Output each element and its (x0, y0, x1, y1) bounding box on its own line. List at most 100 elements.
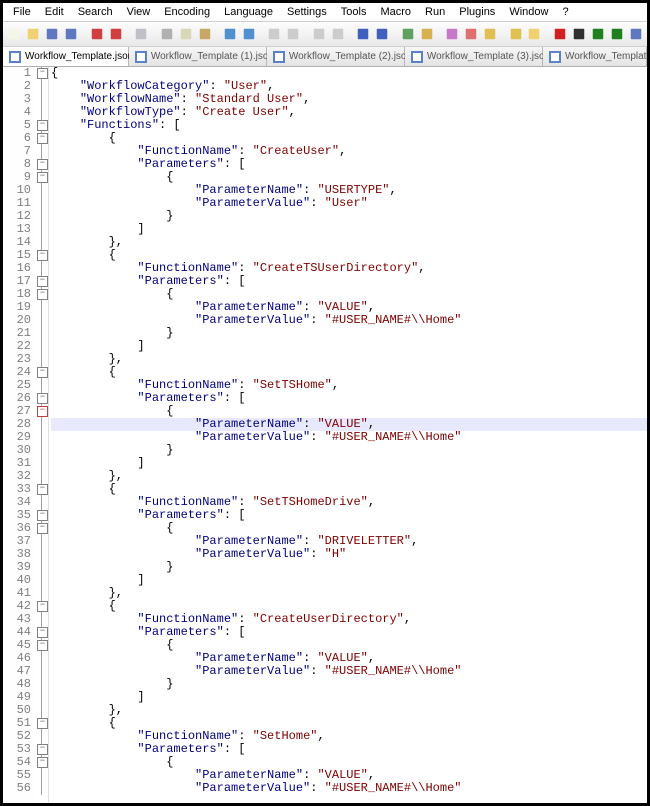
toolbar-separator (349, 25, 352, 43)
fold-marker[interactable] (35, 67, 48, 80)
menu-file[interactable]: File (7, 4, 37, 20)
line-number: 56 (3, 782, 31, 795)
save-all-button[interactable] (63, 24, 80, 44)
code-line[interactable]: ] (51, 457, 647, 470)
line-number-gutter: 1234567891011121314151617181920212223242… (3, 67, 35, 803)
menu-edit[interactable]: Edit (39, 4, 70, 20)
code-editor[interactable]: 1234567891011121314151617181920212223242… (3, 67, 647, 803)
fold-marker[interactable] (35, 119, 48, 132)
doc-map-button[interactable] (482, 24, 499, 44)
play-macro-button[interactable] (589, 24, 606, 44)
code-line[interactable]: ] (51, 574, 647, 587)
fold-marker[interactable] (35, 743, 48, 756)
close-all-button[interactable] (107, 24, 124, 44)
code-line[interactable]: }, (51, 704, 647, 717)
fold-marker (35, 353, 48, 366)
print-button[interactable] (133, 24, 150, 44)
sync-h-button[interactable] (374, 24, 391, 44)
repeat-macro-button[interactable] (608, 24, 625, 44)
code-line[interactable]: }, (51, 236, 647, 249)
fold-marker[interactable] (35, 483, 48, 496)
fold-marker[interactable] (35, 509, 48, 522)
close-button[interactable] (88, 24, 105, 44)
code-line[interactable]: }, (51, 587, 647, 600)
undo-button[interactable] (222, 24, 239, 44)
fold-marker[interactable] (35, 249, 48, 262)
save-button[interactable] (44, 24, 61, 44)
code-line[interactable]: ] (51, 691, 647, 704)
menu-run[interactable]: Run (419, 4, 451, 20)
fold-marker (35, 418, 48, 431)
fold-marker (35, 548, 48, 561)
menu-tools[interactable]: Tools (335, 4, 373, 20)
code-line[interactable]: ] (51, 340, 647, 353)
redo-button[interactable] (241, 24, 258, 44)
fold-marker (35, 197, 48, 210)
code-line[interactable]: "ParameterValue": "#USER_NAME#\\Home" (51, 782, 647, 795)
zoom-in-button[interactable] (310, 24, 327, 44)
menu-window[interactable]: Window (503, 4, 554, 20)
fold-marker (35, 184, 48, 197)
folder-button[interactable] (526, 24, 543, 44)
fold-gutter[interactable] (35, 67, 49, 803)
fold-marker[interactable] (35, 392, 48, 405)
fold-marker[interactable] (35, 132, 48, 145)
fold-marker[interactable] (35, 158, 48, 171)
menu-search[interactable]: Search (72, 4, 119, 20)
fold-marker[interactable] (35, 171, 48, 184)
new-file-button[interactable] (6, 24, 23, 44)
fold-marker (35, 262, 48, 275)
paste-button[interactable] (196, 24, 213, 44)
file-tab[interactable]: Workflow_Templat (543, 47, 647, 66)
menu-help[interactable]: ? (556, 4, 574, 20)
copy-button[interactable] (177, 24, 194, 44)
toolbar-separator (546, 25, 549, 43)
code-line[interactable]: }, (51, 470, 647, 483)
fold-marker[interactable] (35, 522, 48, 535)
file-tab[interactable]: Workflow_Template (3).json (405, 47, 543, 66)
show-all-button[interactable] (418, 24, 435, 44)
menu-encoding[interactable]: Encoding (158, 4, 216, 20)
code-line[interactable]: ] (51, 223, 647, 236)
find-button[interactable] (266, 24, 283, 44)
fold-marker[interactable] (35, 366, 48, 379)
menu-view[interactable]: View (121, 4, 157, 20)
record-macro-button[interactable] (551, 24, 568, 44)
menu-macro[interactable]: Macro (374, 4, 417, 20)
lang-button[interactable] (463, 24, 480, 44)
fold-marker[interactable] (35, 756, 48, 769)
replace-button[interactable] (285, 24, 302, 44)
stop-macro-button[interactable] (570, 24, 587, 44)
menu-language[interactable]: Language (218, 4, 279, 20)
fold-marker[interactable] (35, 288, 48, 301)
menu-plugins[interactable]: Plugins (453, 4, 501, 20)
fold-marker (35, 665, 48, 678)
fold-marker (35, 574, 48, 587)
sync-v-button[interactable] (355, 24, 372, 44)
fold-marker[interactable] (35, 600, 48, 613)
fold-marker[interactable] (35, 405, 48, 418)
editor-text[interactable]: { "WorkflowCategory": "User", "WorkflowN… (49, 67, 647, 803)
menu-settings[interactable]: Settings (281, 4, 333, 20)
fold-marker (35, 236, 48, 249)
fn-list-button[interactable] (507, 24, 524, 44)
indent-guide-button[interactable] (444, 24, 461, 44)
zoom-out-button[interactable] (329, 24, 346, 44)
open-file-button[interactable] (25, 24, 42, 44)
word-wrap-button[interactable] (399, 24, 416, 44)
fold-marker (35, 457, 48, 470)
fold-marker (35, 769, 48, 782)
code-line[interactable]: }, (51, 353, 647, 366)
fold-marker[interactable] (35, 639, 48, 652)
code-line[interactable]: "Functions": [ (51, 119, 647, 132)
cut-button[interactable] (158, 24, 175, 44)
fold-marker[interactable] (35, 717, 48, 730)
save-macro-button[interactable] (627, 24, 644, 44)
fold-marker (35, 613, 48, 626)
fold-marker (35, 210, 48, 223)
file-tab[interactable]: Workflow_Template (2).json (267, 47, 405, 66)
file-tab[interactable]: Workflow_Template (1).json (129, 47, 267, 66)
file-tab[interactable]: Workflow_Template.json (3, 47, 129, 66)
fold-marker[interactable] (35, 275, 48, 288)
fold-marker[interactable] (35, 626, 48, 639)
